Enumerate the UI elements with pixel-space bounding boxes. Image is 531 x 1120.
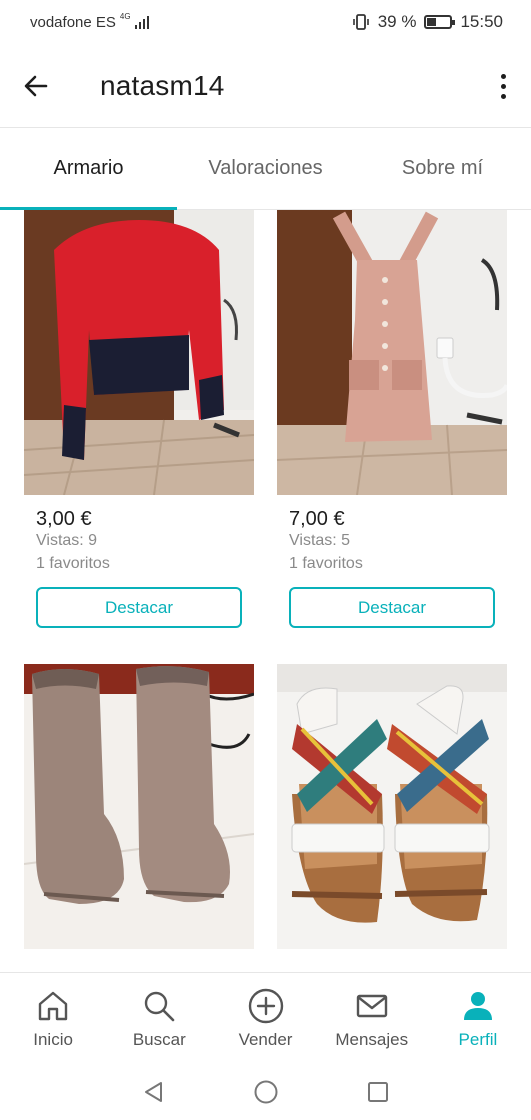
item-card[interactable] xyxy=(24,210,254,495)
nav-mensajes[interactable]: Mensajes xyxy=(319,973,425,1064)
status-right: 39 % 15:50 xyxy=(352,12,503,32)
carrier-name: vodafone ES xyxy=(30,13,116,31)
item-card[interactable] xyxy=(24,664,254,949)
clock: 15:50 xyxy=(460,12,503,31)
nav-label: Perfil xyxy=(458,1029,498,1049)
item-views: Vistas: 9 xyxy=(36,532,98,549)
nav-perfil[interactable]: Perfil xyxy=(425,973,531,1064)
profile-header: natasm14 xyxy=(0,44,531,128)
item-price: 3,00 € xyxy=(36,508,92,530)
nav-label: Inicio xyxy=(33,1029,73,1049)
vibrate-icon xyxy=(352,14,369,30)
status-left: vodafone ES 4G xyxy=(30,11,149,31)
more-options-button[interactable] xyxy=(493,66,513,106)
more-vertical-icon-dot xyxy=(500,93,506,99)
nav-inicio[interactable]: Inicio xyxy=(0,973,106,1064)
nav-label: Buscar xyxy=(132,1029,186,1049)
wardrobe-grid: 3,00 € Vistas: 9 1 favoritos Destacar 7,… xyxy=(0,210,531,972)
home-icon xyxy=(35,988,71,1024)
recents-square-icon[interactable] xyxy=(364,1078,392,1106)
tab-sobre-mi[interactable]: Sobre mí xyxy=(354,128,531,209)
item-photo-sweater[interactable] xyxy=(24,210,254,495)
profile-icon xyxy=(460,988,496,1024)
tab-valoraciones[interactable]: Valoraciones xyxy=(177,128,354,209)
search-icon xyxy=(141,988,177,1024)
network-type: 4G xyxy=(119,11,131,21)
item-card[interactable] xyxy=(277,210,507,495)
back-button[interactable] xyxy=(16,66,56,106)
nav-label: Mensajes xyxy=(335,1029,409,1049)
page-title: natasm14 xyxy=(100,69,225,101)
battery-percent: 39 % xyxy=(377,12,417,31)
arrow-left-icon xyxy=(24,75,48,96)
item-card[interactable] xyxy=(277,664,507,949)
item-photo-dress[interactable] xyxy=(277,210,507,495)
tab-armario[interactable]: Armario xyxy=(0,128,177,210)
mail-icon xyxy=(354,988,390,1024)
home-circle-icon[interactable] xyxy=(252,1078,280,1106)
item-price: 7,00 € xyxy=(289,508,345,530)
status-bar: vodafone ES 4G 39 % 15:50 xyxy=(0,0,531,44)
item-views: Vistas: 5 xyxy=(289,532,351,549)
back-triangle-icon[interactable] xyxy=(140,1078,168,1106)
destacar-button[interactable]: Destacar xyxy=(36,587,242,628)
item-favorites: 1 favoritos xyxy=(36,555,110,572)
nav-buscar[interactable]: Buscar xyxy=(106,973,212,1064)
battery-fill xyxy=(427,18,437,26)
plus-circle-icon xyxy=(248,988,284,1024)
more-vertical-icon-dot xyxy=(500,83,506,89)
system-navigation xyxy=(0,1064,531,1120)
battery-icon xyxy=(424,15,456,29)
nav-vender[interactable]: Vender xyxy=(212,973,318,1064)
profile-tabs: Armario Valoraciones Sobre mí xyxy=(0,128,531,210)
more-vertical-icon-dot xyxy=(500,73,506,79)
item-photo-boots[interactable] xyxy=(24,664,254,949)
item-favorites: 1 favoritos xyxy=(289,555,363,572)
bottom-navigation: Inicio Buscar Vender Mensajes Perfil xyxy=(0,972,531,1064)
signal-icon xyxy=(134,15,149,29)
item-photo-sandals[interactable] xyxy=(277,664,507,949)
partial-price-row xyxy=(36,962,96,972)
nav-label: Vender xyxy=(238,1029,293,1049)
destacar-button[interactable]: Destacar xyxy=(289,587,495,628)
